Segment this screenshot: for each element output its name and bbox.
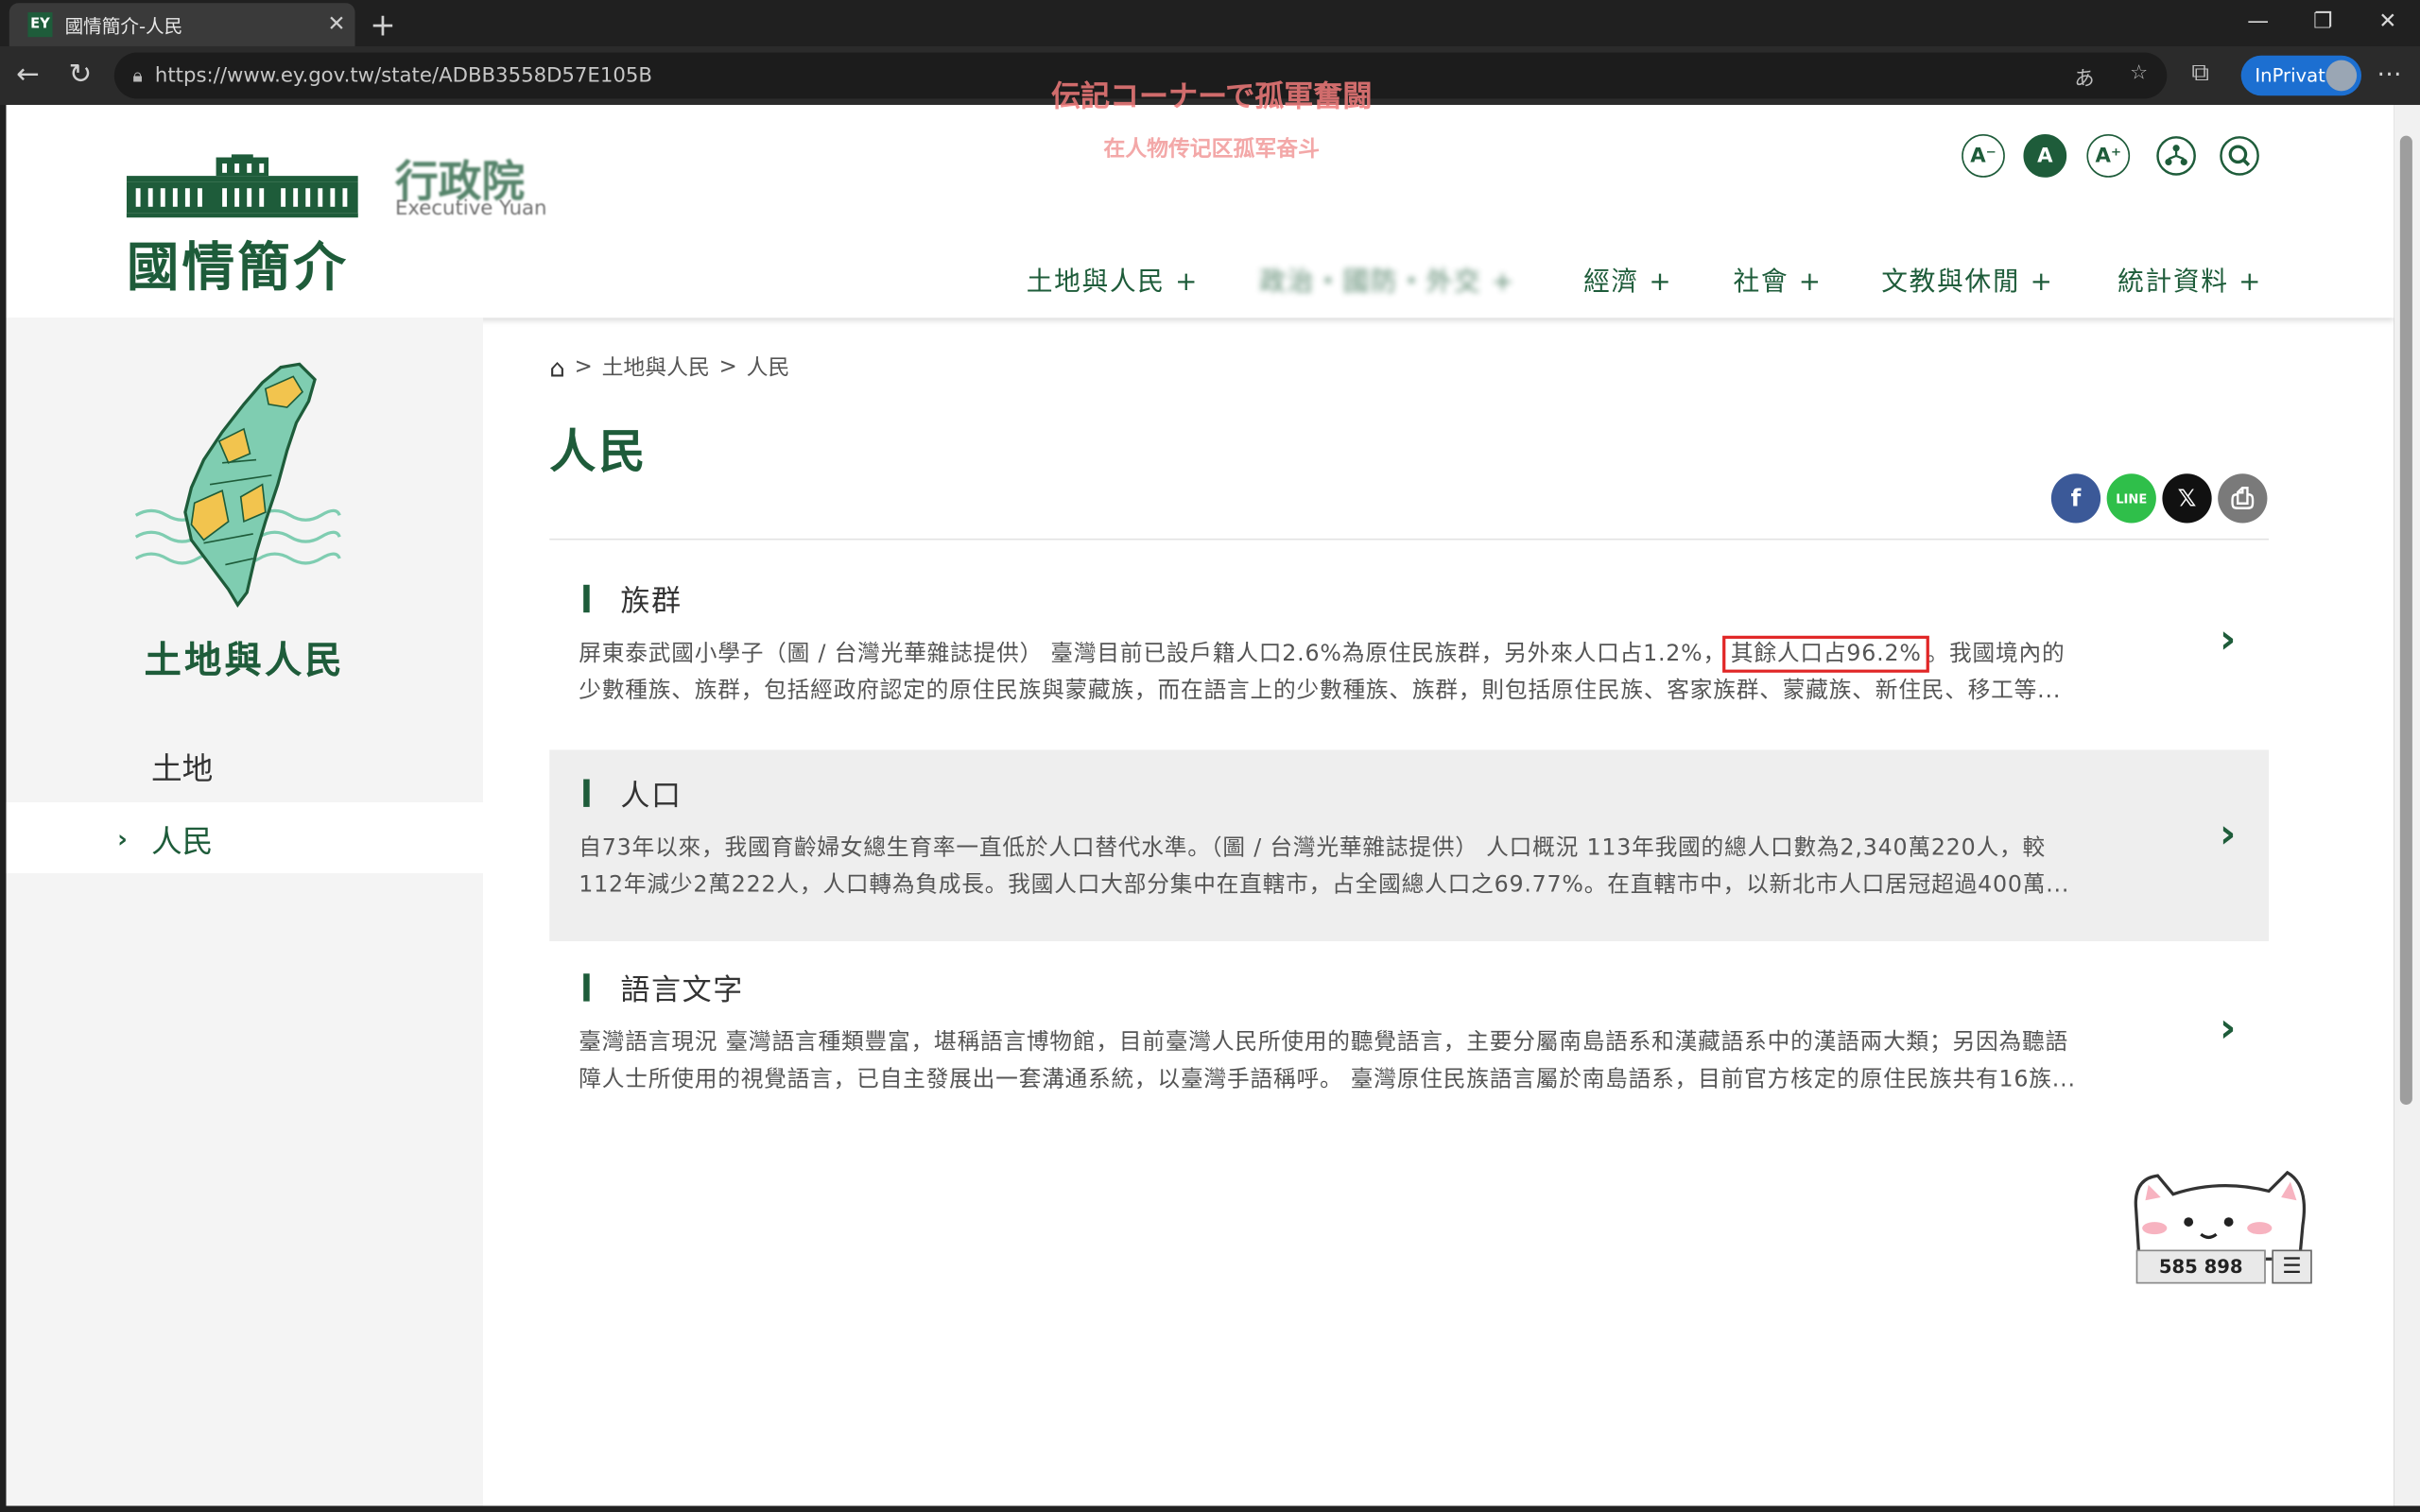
nav-economy[interactable]: 經濟 + <box>1583 259 1672 298</box>
font-normal-button[interactable]: A <box>2023 134 2067 178</box>
executive-yuan-logo-en: Executive Yuan <box>394 197 547 221</box>
card-summary-line: 少數種族、族群，包括經政府認定的原住民族與蒙藏族，而在語言上的少數種族、族群，則… <box>579 679 2062 704</box>
more-menu-icon[interactable]: ⋯ <box>2377 59 2401 88</box>
sidebar-title: 土地與人民 <box>144 638 345 682</box>
sidebar: 土地與人民 土地 › 人民 <box>6 318 484 1506</box>
search-icon[interactable] <box>2218 134 2261 178</box>
nav-politics[interactable]: 政治・國防・外交 + <box>1259 259 1514 298</box>
nav-land-people[interactable]: 土地與人民 + <box>1027 259 1199 298</box>
list-item-language[interactable]: 語言文字 臺灣語言現況 臺灣語言種類豐富，堪稱語言博物館，目前臺灣人民所使用的聽… <box>549 944 2269 1135</box>
browser-titlebar: EY 國情簡介-人民 ✕ + — ❐ ✕ <box>0 0 2420 46</box>
facebook-share-icon[interactable]: f <box>2050 473 2101 524</box>
overlay-caption-jp: 伝記コーナーで孤軍奮闘 <box>1050 79 1373 114</box>
divider <box>549 538 2270 541</box>
card-summary: 屏東泰武國小學子（圖 / 台灣光華雜誌提供） 臺灣目前已設戶籍人口2.6%為原住… <box>579 635 2203 710</box>
card-summary-line: 屏東泰武國小學子（圖 / 台灣光華雜誌提供） 臺灣目前已設戶籍人口2.6%為原住… <box>579 635 2203 673</box>
breadcrumb-separator: > <box>718 354 737 380</box>
nav-culture[interactable]: 文教與休閒 + <box>1881 259 2053 298</box>
title-bar-decoration <box>583 973 590 1002</box>
card-summary-line: 自73年以來，我國育齡婦女總生育率一直低於人口替代水準。（圖 / 台灣光華雜誌提… <box>579 835 2046 862</box>
scrollbar-thumb[interactable] <box>2399 135 2412 1106</box>
sidebar-item-people[interactable]: › 人民 <box>6 802 484 874</box>
line-share-icon[interactable]: LINE <box>2106 473 2156 524</box>
card-summary-line: 112年減少2萬222人，人口轉為負成長。我國人口大部分集中在直轄市，占全國總人… <box>579 873 2070 899</box>
card-summary-line: 障人士所使用的視覺語言，已自主發展出一套溝通系統，以臺灣手語稱呼。 臺灣原住民族… <box>579 1067 2076 1092</box>
url-text: https://www.ey.gov.tw/state/ADBB3558D57E… <box>154 63 652 88</box>
print-icon[interactable]: ⎙ <box>2218 473 2268 524</box>
web-page: 國情簡介 行政院 Executive Yuan A⁻ A A⁺ 土地與人民 + … <box>6 105 2394 1506</box>
font-increase-button[interactable]: A⁺ <box>2086 134 2131 178</box>
list-item-ethnic[interactable]: 族群 屏東泰武國小學子（圖 / 台灣光華雜誌提供） 臺灣目前已設戶籍人口2.6%… <box>549 556 2269 747</box>
favorite-star-icon[interactable]: ☆ <box>2130 61 2148 84</box>
widget-menu-icon[interactable]: ☰ <box>2272 1249 2312 1284</box>
nav-society[interactable]: 社會 + <box>1734 259 1823 298</box>
card-summary: 臺灣語言現況 臺灣語言種類豐富，堪稱語言博物館，目前臺灣人民所使用的聽覺語言，主… <box>579 1024 2203 1098</box>
overlay-caption-cn: 在人物传记区孤军奋斗 <box>1103 137 1320 163</box>
font-decrease-button[interactable]: A⁻ <box>1962 134 2005 178</box>
minimize-icon[interactable]: — <box>2235 9 2281 34</box>
chevron-right-icon[interactable]: › <box>2220 617 2237 663</box>
sidebar-item-label: 人民 <box>151 821 214 859</box>
breadcrumb-land-people[interactable]: 土地與人民 <box>602 352 710 383</box>
read-aloud-icon[interactable]: あ <box>2074 61 2094 91</box>
avatar <box>2325 60 2358 92</box>
card-title: 人口 <box>620 779 683 814</box>
list-item-population[interactable]: 人口 自73年以來，我國育齡婦女總生育率一直低於人口替代水準。（圖 / 台灣光華… <box>549 749 2270 941</box>
breadcrumb: ⌂ > 土地與人民 > 人民 <box>549 352 789 383</box>
tab-close-icon[interactable]: ✕ <box>318 12 354 37</box>
chevron-right-icon[interactable]: › <box>2220 1006 2237 1053</box>
card-title: 族群 <box>620 584 683 619</box>
refresh-icon[interactable]: ↻ <box>61 59 98 91</box>
inprivate-label: InPrivate <box>2255 64 2337 87</box>
lock-icon: 🔒︎ <box>132 63 143 86</box>
page-title: 人民 <box>549 425 648 480</box>
scrollbar[interactable] <box>2394 105 2420 1506</box>
ey-favicon-icon: EY <box>27 12 53 38</box>
breadcrumb-people[interactable]: 人民 <box>747 352 790 383</box>
sidebar-item-land[interactable]: 土地 <box>7 730 484 800</box>
card-summary-line: 臺灣語言現況 臺灣語言種類豐富，堪稱語言博物館，目前臺灣人民所使用的聽覺語言，主… <box>579 1030 2068 1056</box>
chevron-right-icon[interactable]: › <box>2220 812 2237 858</box>
breadcrumb-separator: > <box>574 354 593 380</box>
restore-icon[interactable]: ❐ <box>2300 9 2346 34</box>
extensions-icon[interactable]: ⧉ <box>2191 57 2209 88</box>
highlighted-text: 其餘人口占96.2% <box>1722 635 1929 673</box>
back-icon[interactable]: ← <box>9 59 46 91</box>
nav-statistics[interactable]: 統計資料 + <box>2118 259 2262 298</box>
sitemap-icon[interactable] <box>2154 134 2198 178</box>
x-share-icon[interactable]: 𝕏 <box>2162 473 2212 524</box>
new-tab-icon[interactable]: + <box>364 7 401 43</box>
browser-tab[interactable]: EY 國情簡介-人民 ✕ <box>9 3 355 46</box>
home-icon[interactable]: ⌂ <box>549 352 565 382</box>
chevron-right-icon: › <box>117 823 128 853</box>
executive-yuan-building-icon <box>126 154 358 218</box>
card-summary: 自73年以來，我國育齡婦女總生育率一直低於人口替代水準。（圖 / 台灣光華雜誌提… <box>579 830 2203 903</box>
visitor-counter: 585 898 <box>2135 1249 2266 1284</box>
card-title: 語言文字 <box>620 973 744 1008</box>
site-logo-title[interactable]: 國情簡介 <box>127 225 349 301</box>
sidebar-item-label: 土地 <box>151 748 214 786</box>
tab-title: 國情簡介-人民 <box>64 14 183 37</box>
taiwan-map-icon <box>134 362 341 608</box>
close-window-icon[interactable]: ✕ <box>2364 9 2411 34</box>
title-bar-decoration <box>583 584 590 613</box>
inprivate-badge[interactable]: InPrivate <box>2240 55 2362 96</box>
title-bar-decoration <box>583 779 590 807</box>
